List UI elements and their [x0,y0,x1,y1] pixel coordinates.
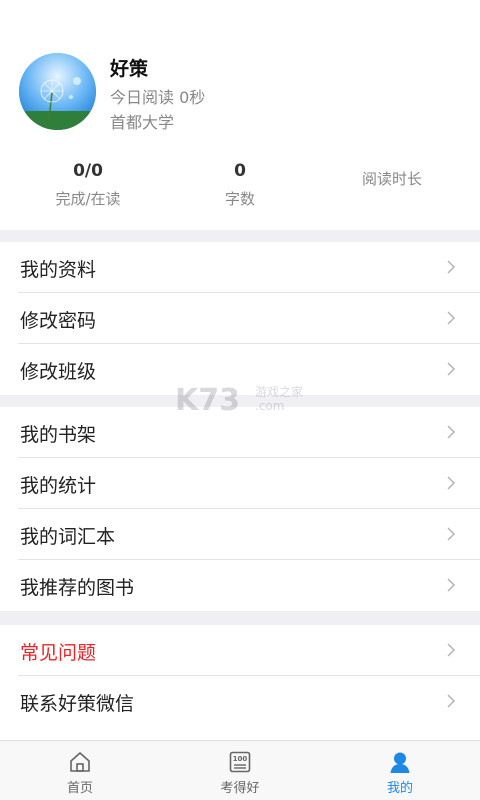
tab-kaodehao[interactable]: 100 考得好 [160,741,320,800]
menu-contact-wechat[interactable]: 联系好策微信 [0,676,480,727]
user-name: 好策 [110,58,149,80]
stat-word-count: 0 字数 [160,160,320,209]
home-icon [70,752,90,772]
svg-text:100: 100 [233,755,248,763]
bottom-tab-bar: 首页 100 考得好 我的 [0,740,480,800]
chevron-right-icon [447,694,456,708]
stat-label: 字数 [224,190,255,208]
tab-home[interactable]: 首页 [0,741,160,800]
chevron-right-icon [447,260,456,274]
chevron-right-icon [447,476,456,490]
avatar[interactable] [19,53,96,130]
menu-my-profile[interactable]: 我的资料 [0,242,480,293]
menu-label: 我的词汇本 [20,526,116,548]
tab-label: 考得好 [220,781,260,796]
stat-reading-duration: 阅读时长 [312,160,472,189]
section-separator [0,611,480,625]
chevron-right-icon [447,578,456,592]
menu-my-statistics[interactable]: 我的统计 [0,458,480,509]
tab-mine[interactable]: 我的 [320,741,480,800]
section-separator [0,230,480,242]
menu-label: 联系好策微信 [20,693,135,715]
stat-label: 完成/在读 [55,190,121,208]
menu-label: 我的书架 [20,424,97,446]
menu-label: 我推荐的图书 [20,577,135,599]
tab-label: 首页 [66,781,93,796]
menu-label: 修改密码 [20,310,97,332]
profile-header: 好策 今日阅读 0秒 首都大学 0/0 完成/在读 0 字数 阅读时长 [0,0,480,230]
menu-my-bookshelf[interactable]: 我的书架 [0,407,480,458]
menu-label: 我的资料 [20,259,97,281]
menu-label: 修改班级 [20,361,97,383]
chevron-right-icon [447,643,456,657]
menu-my-vocabulary[interactable]: 我的词汇本 [0,509,480,560]
menu-change-password[interactable]: 修改密码 [0,293,480,344]
tab-label: 我的 [386,781,413,796]
menu-label: 我的统计 [20,475,97,497]
chevron-right-icon [447,527,456,541]
today-reading-time: 今日阅读 0秒 [110,88,206,107]
dandelion-avatar-image [19,53,96,130]
chevron-right-icon [447,311,456,325]
school-name: 首都大学 [110,113,175,132]
chevron-right-icon [447,425,456,439]
stat-label: 阅读时长 [361,170,422,188]
chevron-right-icon [447,362,456,376]
menu-label: 常见问题 [20,642,97,664]
score-icon: 100 [229,751,251,773]
menu-my-recommended-books[interactable]: 我推荐的图书 [0,560,480,611]
user-icon [390,752,410,773]
stat-finished-reading: 0/0 完成/在读 [8,160,168,209]
menu-faq[interactable]: 常见问题 [0,625,480,676]
stat-value: 0/0 [73,161,103,181]
menu-change-class[interactable]: 修改班级 [0,344,480,395]
stat-value: 0 [234,161,246,181]
section-separator [0,395,480,407]
